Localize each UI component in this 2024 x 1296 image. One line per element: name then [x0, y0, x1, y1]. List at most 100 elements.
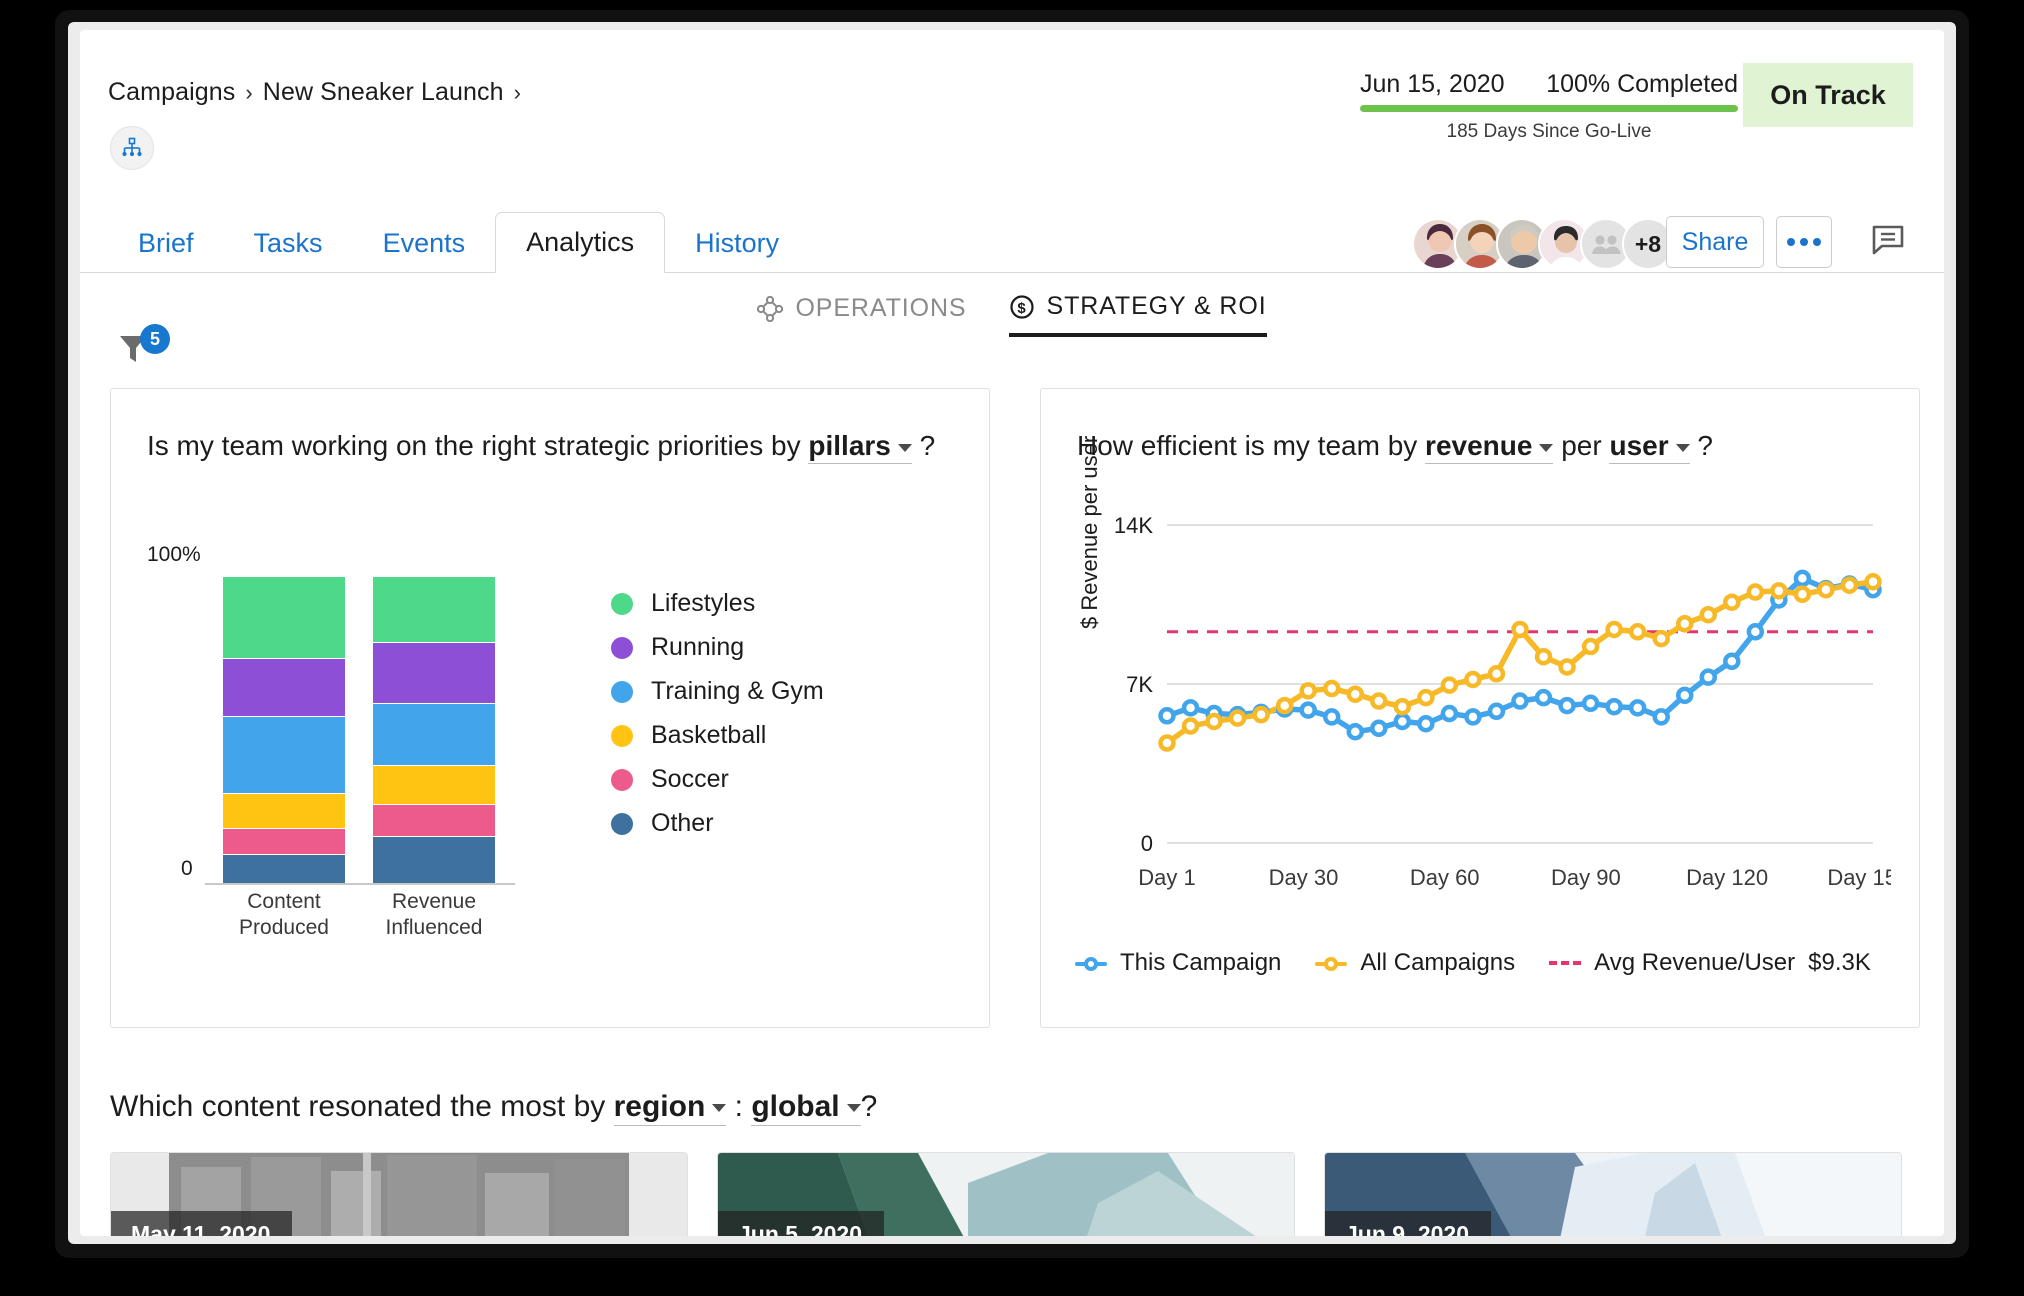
- data-point[interactable]: [1605, 697, 1623, 716]
- data-point[interactable]: [1534, 647, 1553, 666]
- data-point[interactable]: [1793, 585, 1812, 604]
- legend-item[interactable]: Running: [611, 633, 824, 662]
- data-point[interactable]: [1370, 719, 1388, 738]
- data-point[interactable]: [1322, 708, 1341, 726]
- share-button[interactable]: Share: [1666, 216, 1764, 268]
- region-dropdown[interactable]: region: [613, 1090, 727, 1126]
- metric-dropdown[interactable]: revenue: [1425, 430, 1554, 464]
- data-point[interactable]: [1581, 694, 1600, 713]
- subtab-strategy-roi[interactable]: $ STRATEGY & ROI: [1008, 292, 1267, 337]
- data-point[interactable]: [1275, 696, 1294, 715]
- data-point[interactable]: [1417, 715, 1435, 733]
- legend-item[interactable]: Training & Gym: [611, 677, 824, 706]
- data-point[interactable]: [1699, 668, 1718, 686]
- data-point[interactable]: [1723, 593, 1741, 611]
- bar-segment[interactable]: [223, 793, 345, 829]
- data-point[interactable]: [1417, 688, 1435, 707]
- scope-dropdown[interactable]: global: [751, 1090, 861, 1126]
- tab-brief[interactable]: Brief: [108, 213, 224, 273]
- status-badge[interactable]: On Track: [1742, 62, 1914, 128]
- data-point[interactable]: [1487, 702, 1506, 721]
- filter-funnel-icon[interactable]: 5: [118, 324, 178, 378]
- stacked-bar[interactable]: [373, 577, 495, 883]
- ellipsis-icon[interactable]: [1776, 216, 1832, 268]
- bar-segment[interactable]: [373, 765, 495, 804]
- breadcrumb-item-campaigns[interactable]: Campaigns: [108, 78, 235, 107]
- data-point[interactable]: [1158, 734, 1176, 752]
- legend-avg-revenue[interactable]: Avg Revenue/User $9.3K: [1549, 949, 1871, 977]
- content-card[interactable]: May 11, 2020: [110, 1152, 688, 1236]
- data-point[interactable]: [1723, 652, 1741, 671]
- comment-icon[interactable]: [1864, 216, 1912, 264]
- data-point[interactable]: [1746, 583, 1765, 601]
- org-chart-icon[interactable]: [110, 126, 154, 170]
- content-card[interactable]: Jun 9, 2020: [1324, 1152, 1902, 1236]
- breadcrumb-item-campaign[interactable]: New Sneaker Launch: [263, 78, 504, 107]
- tab-tasks[interactable]: Tasks: [224, 213, 353, 273]
- data-point[interactable]: [1299, 701, 1317, 719]
- bar-segment[interactable]: [373, 703, 495, 766]
- data-point[interactable]: [1346, 685, 1365, 703]
- data-point[interactable]: [1464, 708, 1482, 726]
- pillars-dropdown[interactable]: pillars: [808, 430, 912, 464]
- data-point[interactable]: [1511, 620, 1529, 639]
- collaborator-avatars[interactable]: +8: [1412, 218, 1674, 270]
- legend-item[interactable]: Other: [611, 809, 824, 838]
- data-point[interactable]: [1770, 582, 1788, 600]
- bar-segment[interactable]: [223, 577, 345, 658]
- content-card[interactable]: Jun 5, 2020: [717, 1152, 1295, 1236]
- data-point[interactable]: [1558, 696, 1576, 715]
- unit-dropdown[interactable]: user: [1609, 430, 1690, 464]
- data-point[interactable]: [1746, 623, 1765, 641]
- data-point[interactable]: [1393, 712, 1412, 731]
- data-point[interactable]: [1840, 576, 1859, 594]
- data-point[interactable]: [1534, 688, 1553, 707]
- bar-segment[interactable]: [223, 854, 345, 883]
- data-point[interactable]: [1346, 722, 1365, 741]
- stacked-bar[interactable]: [223, 577, 345, 883]
- data-point[interactable]: [1181, 699, 1200, 717]
- data-point[interactable]: [1581, 637, 1600, 656]
- data-point[interactable]: [1864, 573, 1882, 591]
- bar-segment[interactable]: [373, 803, 495, 836]
- tab-analytics[interactable]: Analytics: [495, 212, 666, 273]
- legend-all-campaigns[interactable]: All Campaigns: [1315, 949, 1515, 977]
- data-point[interactable]: [1322, 679, 1341, 698]
- data-point[interactable]: [1675, 615, 1694, 633]
- legend-item[interactable]: Basketball: [611, 721, 824, 750]
- line-series-all-campaigns[interactable]: [1164, 579, 1876, 746]
- data-point[interactable]: [1393, 697, 1412, 716]
- data-point[interactable]: [1158, 707, 1176, 725]
- data-point[interactable]: [1628, 699, 1647, 717]
- bar-segment[interactable]: [373, 835, 495, 883]
- data-point[interactable]: [1299, 682, 1317, 700]
- data-point[interactable]: [1605, 620, 1623, 639]
- bar-segment[interactable]: [373, 641, 495, 704]
- data-point[interactable]: [1793, 569, 1812, 588]
- legend-item[interactable]: Soccer: [611, 765, 824, 794]
- data-point[interactable]: [1252, 705, 1270, 724]
- data-point[interactable]: [1228, 709, 1247, 727]
- data-point[interactable]: [1699, 605, 1718, 624]
- data-point[interactable]: [1558, 658, 1576, 676]
- data-point[interactable]: [1652, 708, 1670, 726]
- data-point[interactable]: [1464, 670, 1482, 689]
- legend-item[interactable]: Lifestyles: [611, 589, 824, 618]
- tab-history[interactable]: History: [665, 213, 809, 273]
- data-point[interactable]: [1675, 686, 1694, 705]
- subtab-operations[interactable]: OPERATIONS: [757, 292, 966, 337]
- data-point[interactable]: [1652, 629, 1670, 648]
- data-point[interactable]: [1205, 712, 1223, 731]
- legend-this-campaign[interactable]: This Campaign: [1075, 949, 1281, 977]
- data-point[interactable]: [1817, 580, 1835, 599]
- bar-segment[interactable]: [373, 577, 495, 642]
- bar-segment[interactable]: [223, 657, 345, 716]
- bar-segment[interactable]: [223, 715, 345, 794]
- data-point[interactable]: [1440, 704, 1459, 723]
- data-point[interactable]: [1440, 676, 1459, 694]
- tab-events[interactable]: Events: [353, 213, 496, 273]
- bar-segment[interactable]: [223, 828, 345, 855]
- data-point[interactable]: [1181, 717, 1200, 735]
- data-point[interactable]: [1370, 692, 1388, 710]
- data-point[interactable]: [1511, 692, 1529, 710]
